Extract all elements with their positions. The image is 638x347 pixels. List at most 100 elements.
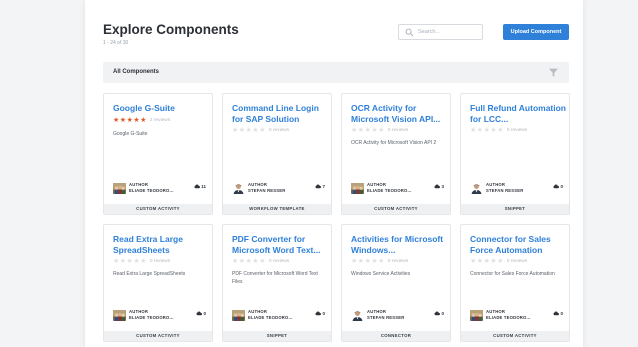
card-description: Google G-Suite: [113, 131, 148, 137]
download-count: 11: [194, 184, 206, 189]
author-label: AUTHOR: [248, 309, 268, 314]
card-title[interactable]: Google G-Suite: [113, 103, 209, 114]
star-icon: ★: [364, 258, 371, 265]
author-label: AUTHOR: [129, 309, 149, 314]
author-name[interactable]: ELIADE TEODORO...: [248, 315, 293, 320]
star-icon: ★: [497, 127, 504, 134]
star-icon: ★: [371, 258, 378, 265]
results-count: 1 - 24 of 30: [103, 40, 129, 46]
card-title[interactable]: PDF Converter for Microsoft Word Text...: [232, 234, 328, 255]
download-count-value: 3: [441, 184, 444, 189]
star-icon: ★: [238, 127, 246, 134]
search-icon: [405, 28, 414, 37]
download-count-value: 0: [203, 311, 206, 316]
star-icon: ★: [490, 258, 497, 265]
card-description: Connector for Sales Force Automation: [470, 271, 555, 277]
star-icon: ★: [357, 258, 365, 265]
star-icon: ★: [476, 127, 484, 134]
avatar: [470, 182, 483, 194]
card-title[interactable]: OCR Activity for Microsoft Vision API...: [351, 103, 447, 124]
avatar: [113, 182, 126, 194]
author-label: AUTHOR: [129, 182, 149, 187]
star-icon: ★: [113, 258, 120, 265]
author-name[interactable]: ELIADE TEODORO...: [486, 315, 531, 320]
card-author: AUTHOR STEFAN RESSER 7: [232, 182, 325, 196]
star-icon: ★: [371, 127, 378, 134]
author-name[interactable]: STEFAN RESSER: [367, 315, 405, 320]
star-icon: ★: [245, 258, 252, 265]
card-rating: ★★★★★ 0 reviews: [351, 258, 408, 265]
filter-icon[interactable]: [548, 67, 559, 78]
search-input[interactable]: Search...: [398, 24, 483, 40]
avatar: [351, 182, 364, 194]
star-icon: ★: [238, 258, 246, 265]
author-name[interactable]: STEFAN RESSER: [248, 188, 286, 193]
upload-component-button[interactable]: Upload Component: [503, 24, 569, 40]
star-icon: ★: [126, 117, 133, 124]
star-icon: ★: [470, 258, 477, 265]
star-icon: ★: [476, 258, 484, 265]
component-card[interactable]: Read Extra Large SpreadSheets ★★★★★ 0 revi…: [103, 224, 213, 342]
star-icon: ★: [378, 127, 385, 134]
star-icon: ★: [119, 258, 127, 265]
author-name[interactable]: ELIADE TEODORO...: [367, 188, 412, 193]
review-count: 0 reviews: [506, 128, 528, 133]
component-card[interactable]: Google G-Suite ★★★★★ 2 reviews Google G-Sui…: [103, 93, 213, 215]
author-name[interactable]: ELIADE TEODORO...: [129, 188, 174, 193]
component-card[interactable]: Connector for Sales Force Automation ★★★★…: [460, 224, 570, 342]
download-count: 3: [434, 184, 444, 189]
download-count-value: 0: [560, 311, 563, 316]
component-card[interactable]: Full Refund Automation for LCC... ★★★★★ 0 …: [460, 93, 570, 215]
star-icon: ★: [126, 258, 133, 265]
star-icon: ★: [113, 117, 120, 124]
card-title[interactable]: Read Extra Large SpreadSheets: [113, 234, 209, 255]
component-type-badge: SNIPPET: [461, 204, 569, 214]
card-rating: ★★★★★ 2 reviews: [113, 117, 170, 124]
star-icon: ★: [119, 117, 127, 124]
card-author: AUTHOR ELIADE TEODORO... 0: [113, 309, 206, 323]
card-title[interactable]: Connector for Sales Force Automation: [470, 234, 566, 255]
card-description: OCR Activity for Microsoft Vision API 2: [351, 140, 437, 146]
card-title[interactable]: Activities for Microsoft Windows...: [351, 234, 447, 255]
avatar: [232, 309, 245, 321]
card-description: Windows Service Activities: [351, 271, 411, 277]
star-icon: ★: [378, 258, 385, 265]
author-label: AUTHOR: [367, 309, 387, 314]
review-count: 0 reviews: [149, 259, 171, 264]
card-rating: ★★★★★ 0 reviews: [113, 258, 170, 265]
download-count: 0: [196, 311, 206, 316]
star-icon: ★: [140, 258, 147, 265]
component-type-badge: CUSTOM ACTIVITY: [461, 331, 569, 341]
download-count-value: 0: [441, 311, 444, 316]
download-count: 0: [315, 311, 325, 316]
card-rating: ★★★★★ 0 reviews: [470, 258, 527, 265]
component-card[interactable]: Activities for Microsoft Windows... ★★★★★…: [341, 224, 451, 342]
star-icon: ★: [497, 258, 504, 265]
author-label: AUTHOR: [486, 182, 506, 187]
review-count: 0 reviews: [268, 128, 290, 133]
author-name[interactable]: STEFAN RESSER: [486, 188, 524, 193]
page-title: Explore Components: [103, 22, 239, 37]
review-count: 0 reviews: [387, 259, 409, 264]
avatar: [113, 309, 126, 321]
avatar: [351, 309, 364, 321]
component-card[interactable]: PDF Converter for Microsoft Word Text...…: [222, 224, 332, 342]
star-icon: ★: [351, 127, 358, 134]
component-card[interactable]: OCR Activity for Microsoft Vision API...…: [341, 93, 451, 215]
card-author: AUTHOR ELIADE TEODORO... 3: [351, 182, 444, 196]
star-icon: ★: [252, 127, 259, 134]
card-description: Read Extra Large SpreadSheets: [113, 271, 186, 277]
card-title[interactable]: Command Line Login for SAP Solution: [232, 103, 328, 124]
star-icon: ★: [351, 258, 358, 265]
download-count-value: 0: [322, 311, 325, 316]
author-name[interactable]: ELIADE TEODORO...: [129, 315, 174, 320]
review-count: 0 reviews: [387, 128, 409, 133]
component-type-badge: SNIPPET: [223, 331, 331, 341]
card-title[interactable]: Full Refund Automation for LCC...: [470, 103, 566, 124]
component-card[interactable]: Command Line Login for SAP Solution ★★★★★…: [222, 93, 332, 215]
author-label: AUTHOR: [486, 309, 506, 314]
component-type-badge: WORKFLOW TEMPLATE: [223, 204, 331, 214]
component-type-badge: CUSTOM ACTIVITY: [104, 331, 212, 341]
card-rating: ★★★★★ 0 reviews: [470, 127, 527, 134]
star-icon: ★: [357, 127, 365, 134]
